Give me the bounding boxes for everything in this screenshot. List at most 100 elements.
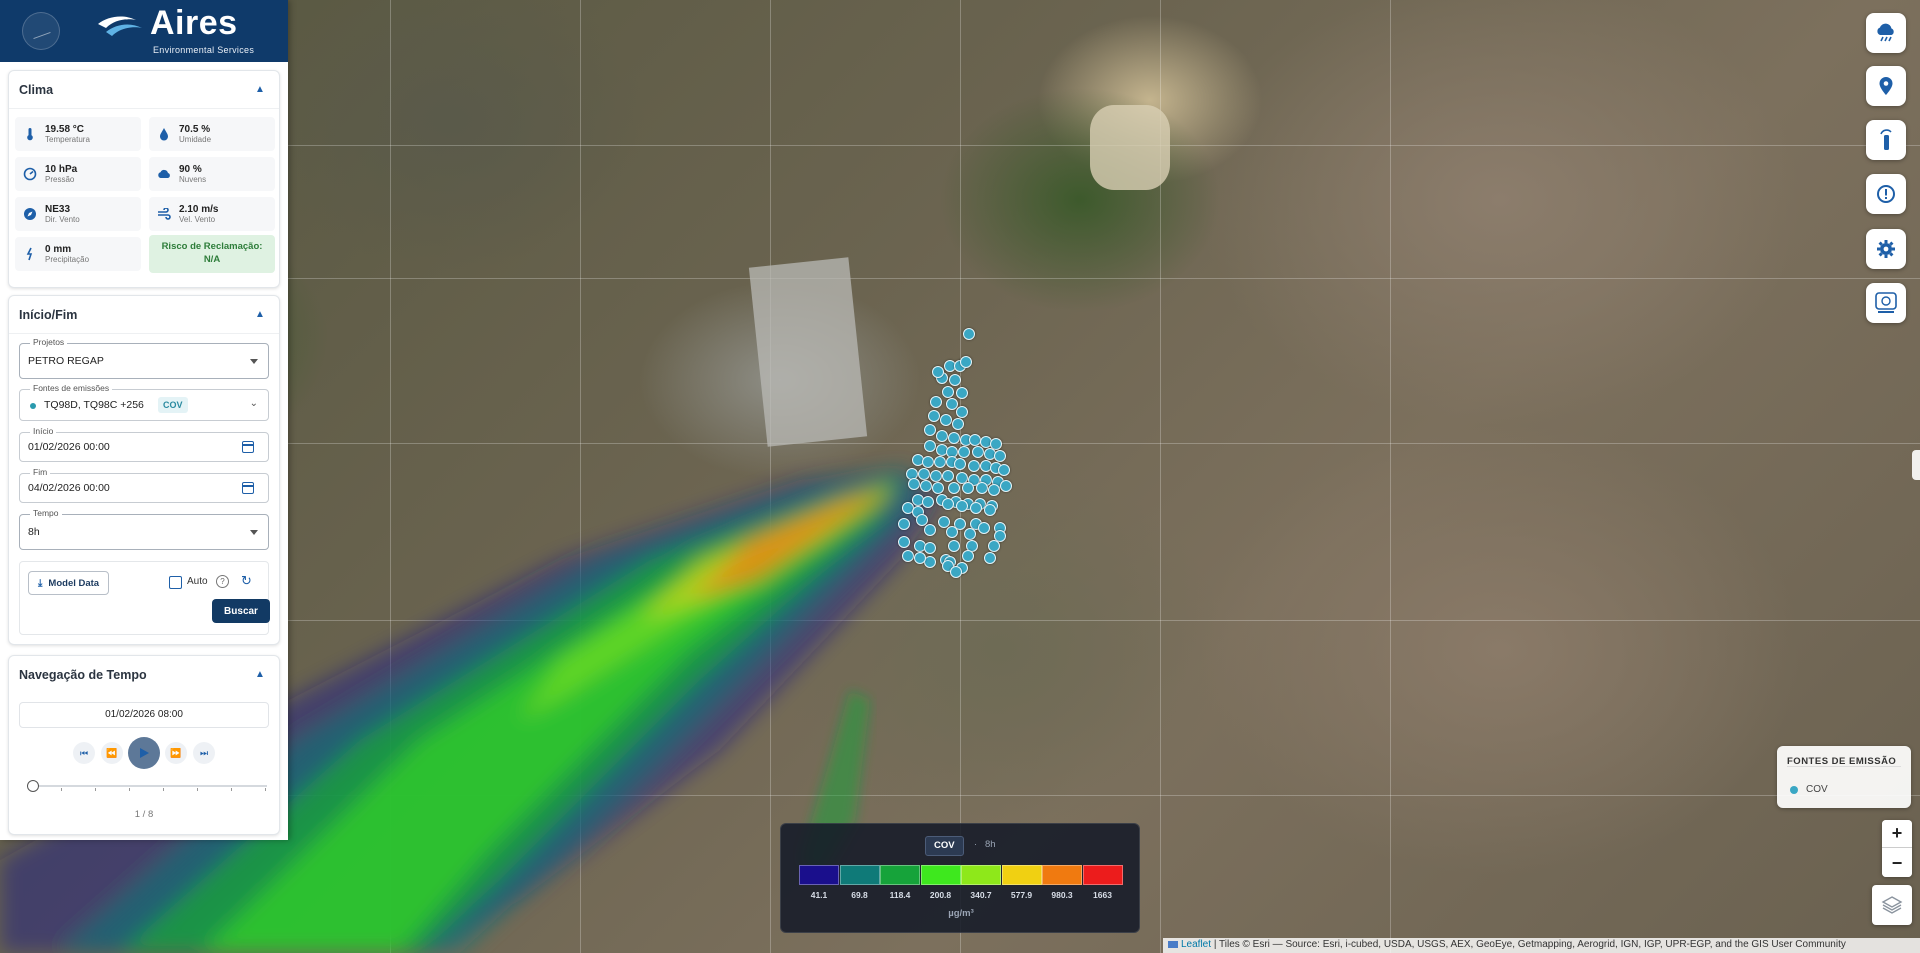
- emission-source-marker[interactable]: [956, 406, 968, 418]
- zoom-out-button[interactable]: −: [1882, 849, 1912, 877]
- emission-source-marker[interactable]: [924, 424, 936, 436]
- emission-source-marker[interactable]: [930, 396, 942, 408]
- skip-last-icon[interactable]: ⏭: [193, 742, 215, 764]
- emission-source-marker[interactable]: [948, 482, 960, 494]
- emission-source-marker[interactable]: [1000, 480, 1012, 492]
- emission-source-marker[interactable]: [934, 456, 946, 468]
- emission-source-marker[interactable]: [932, 482, 944, 494]
- emission-source-marker[interactable]: [932, 366, 944, 378]
- emission-source-marker[interactable]: [898, 536, 910, 548]
- emission-source-marker[interactable]: [960, 356, 972, 368]
- sensor-button[interactable]: [1866, 120, 1906, 160]
- weather-layer-button[interactable]: [1866, 13, 1906, 53]
- settings-button[interactable]: [1866, 229, 1906, 269]
- emission-source-marker[interactable]: [988, 484, 1000, 496]
- time-select[interactable]: Tempo 8h: [19, 508, 269, 550]
- emission-source-marker[interactable]: [976, 482, 988, 494]
- time-slider-thumb[interactable]: [27, 780, 39, 792]
- emission-source-marker[interactable]: [972, 446, 984, 458]
- emission-source-marker[interactable]: [948, 432, 960, 444]
- layers-button[interactable]: [1872, 885, 1912, 925]
- end-date-label: Fim: [30, 467, 51, 477]
- menu-button[interactable]: [22, 12, 60, 50]
- time-slider-tick: [61, 788, 62, 791]
- emission-source-marker[interactable]: [908, 478, 920, 490]
- aires-sensor-button[interactable]: [1866, 283, 1906, 323]
- emission-source-marker[interactable]: [936, 430, 948, 442]
- location-button[interactable]: [1866, 66, 1906, 106]
- map-canvas[interactable]: [0, 0, 1920, 953]
- emission-source-marker[interactable]: [958, 446, 970, 458]
- scale-tick-label: 41.1: [810, 890, 828, 900]
- brand-tagline: Environmental Services: [153, 45, 255, 55]
- chevron-up-icon[interactable]: ▲: [253, 84, 267, 95]
- step-back-icon[interactable]: ⏪: [101, 742, 123, 764]
- emission-source-marker[interactable]: [962, 482, 974, 494]
- emission-source-marker[interactable]: [988, 540, 1000, 552]
- side-panel-toggle[interactable]: [1912, 450, 1920, 480]
- emission-source-marker[interactable]: [964, 528, 976, 540]
- emission-source-marker[interactable]: [924, 440, 936, 452]
- emission-source-marker[interactable]: [950, 566, 962, 578]
- emission-sources-select[interactable]: Fontes de emissões TQ98D, TQ98C +256 COV…: [19, 383, 269, 421]
- help-icon[interactable]: ?: [216, 575, 229, 588]
- emission-source-marker[interactable]: [963, 328, 975, 340]
- skip-first-icon[interactable]: ⏮: [73, 742, 95, 764]
- end-date-field[interactable]: Fim 04/02/2026 00:00: [19, 467, 269, 503]
- period-card-header[interactable]: Início/Fim ▲: [9, 296, 279, 334]
- model-data-label: Model Data: [48, 577, 100, 589]
- emission-source-marker[interactable]: [902, 550, 914, 562]
- emission-source-marker[interactable]: [968, 460, 980, 472]
- zoom-in-button[interactable]: +: [1882, 820, 1912, 848]
- emission-source-marker[interactable]: [984, 504, 996, 516]
- emission-source-marker[interactable]: [952, 418, 964, 430]
- refresh-icon[interactable]: ↻: [241, 573, 252, 589]
- emission-source-marker[interactable]: [978, 522, 990, 534]
- emission-source-marker[interactable]: [942, 498, 954, 510]
- emission-source-marker[interactable]: [942, 470, 954, 482]
- weather-card-header[interactable]: Clima ▲: [9, 71, 279, 109]
- model-data-button[interactable]: ⤓ Model Data: [28, 571, 110, 595]
- actions-box: ⤓ Model Data Auto ? ↻ Buscar: [19, 561, 270, 635]
- time-slider-track[interactable]: [27, 780, 267, 792]
- emission-source-marker[interactable]: [954, 458, 966, 470]
- leaflet-link[interactable]: Leaflet: [1181, 939, 1211, 950]
- emission-source-marker[interactable]: [984, 552, 996, 564]
- emission-source-marker[interactable]: [928, 410, 940, 422]
- time-navigation-header[interactable]: Navegação de Tempo ▲: [9, 656, 279, 694]
- weather-precipitation: 0 mm Precipitação: [15, 237, 141, 271]
- emission-source-marker[interactable]: [942, 386, 954, 398]
- calendar-icon[interactable]: [242, 482, 254, 494]
- emission-source-marker[interactable]: [946, 526, 958, 538]
- source-dot-icon: [30, 403, 36, 409]
- emission-source-marker[interactable]: [949, 374, 961, 386]
- step-forward-icon[interactable]: ⏩: [165, 742, 187, 764]
- calendar-icon[interactable]: [242, 441, 254, 453]
- emission-source-marker[interactable]: [922, 456, 934, 468]
- emission-source-marker[interactable]: [924, 524, 936, 536]
- emission-source-marker[interactable]: [924, 542, 936, 554]
- emission-source-marker[interactable]: [914, 552, 926, 564]
- emission-source-marker[interactable]: [994, 450, 1006, 462]
- chevron-up-icon[interactable]: ▲: [253, 670, 267, 680]
- chevron-up-icon[interactable]: ▲: [253, 309, 267, 320]
- emission-source-marker[interactable]: [948, 540, 960, 552]
- emission-source-marker[interactable]: [962, 550, 974, 562]
- auto-checkbox[interactable]: [169, 576, 182, 589]
- emission-source-marker[interactable]: [898, 518, 910, 530]
- emission-source-marker[interactable]: [970, 502, 982, 514]
- emission-source-marker[interactable]: [940, 414, 952, 426]
- emission-source-marker[interactable]: [956, 387, 968, 399]
- emission-source-marker[interactable]: [998, 464, 1010, 476]
- emission-source-marker[interactable]: [922, 496, 934, 508]
- emission-source-marker[interactable]: [930, 470, 942, 482]
- emission-source-marker[interactable]: [956, 500, 968, 512]
- map-gridline: [770, 0, 771, 953]
- project-select[interactable]: Projetos PETRO REGAP: [19, 337, 269, 379]
- start-date-field[interactable]: Início 01/02/2026 00:00: [19, 426, 269, 462]
- search-button[interactable]: Buscar: [212, 599, 270, 623]
- alerts-button[interactable]: [1866, 174, 1906, 214]
- emission-source-marker[interactable]: [918, 468, 930, 480]
- play-button[interactable]: [128, 737, 160, 769]
- emission-source-marker[interactable]: [920, 480, 932, 492]
